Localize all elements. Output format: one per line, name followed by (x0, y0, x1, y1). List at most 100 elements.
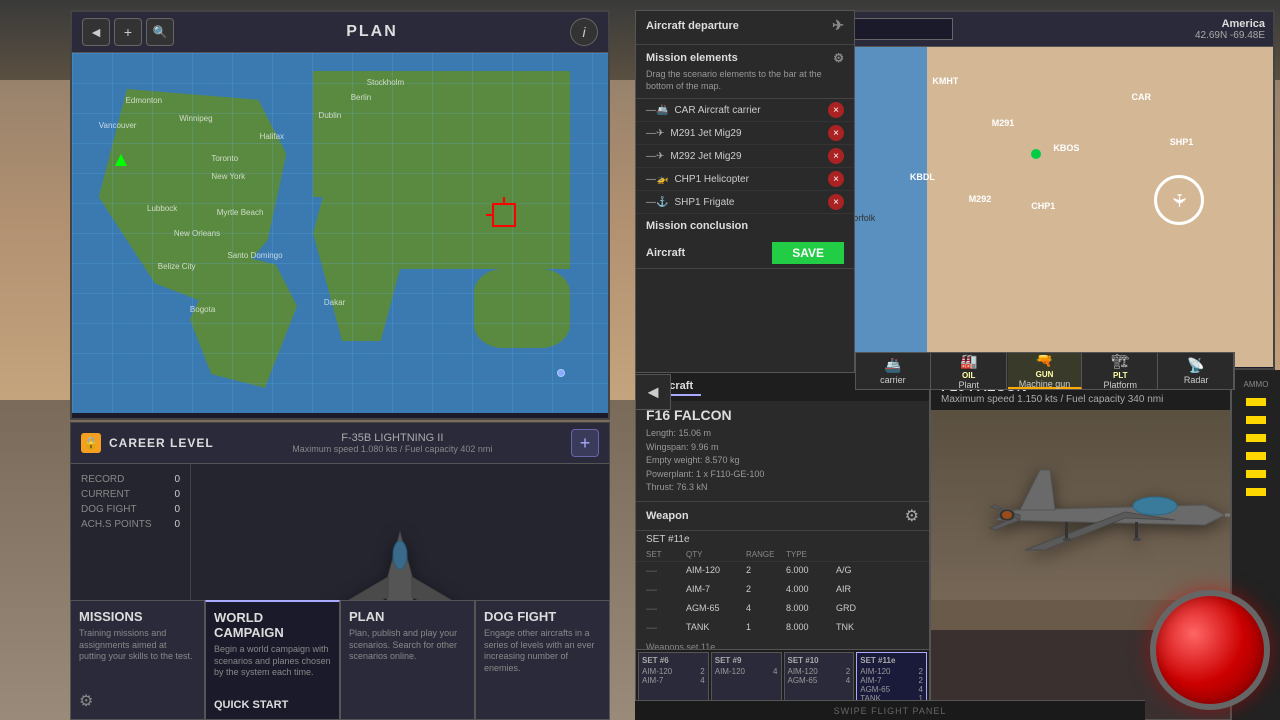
radar-label: Radar (1184, 375, 1209, 385)
tab-plan-title: PLAN (349, 609, 466, 624)
toolbar-carrier[interactable]: 🚢 carrier (856, 353, 931, 389)
weapon-table-header: SET QTY RANGE TYPE (636, 548, 929, 562)
weapon-set-label: SET #11e (636, 531, 929, 548)
remove-m292-button[interactable]: × (828, 148, 844, 164)
tab-world-campaign-title: WORLD CAMPAIGN (214, 610, 331, 640)
save-button[interactable]: SAVE (772, 242, 844, 264)
toolbar-oil[interactable]: 🏭 OIL Plant (932, 353, 1007, 389)
tac-panel-back-button[interactable]: ◄ (635, 374, 671, 410)
plan-title: PLAN (346, 23, 398, 41)
remove-m291-button[interactable]: × (828, 125, 844, 141)
f16-subtitle: Maximum speed 1.150 kts / Fuel capacity … (941, 394, 1269, 405)
tab-missions-text: Training missions and assignments aimed … (79, 628, 196, 663)
plan-info-button[interactable]: i (570, 18, 598, 46)
marker-kbdl[interactable]: KBDL (904, 159, 940, 195)
element-shp1-icon: —⚓ (646, 197, 668, 208)
tac-coords: 42.69N -69.48E (961, 30, 1265, 41)
plan-back-button[interactable]: ◄ (82, 18, 110, 46)
weapon-row-agm65: — AGM-65 4 8.000 GRD (636, 600, 929, 619)
mission-tabs: MISSIONS Training missions and assignmen… (70, 600, 610, 720)
mission-elements-section: Mission elements ⚙ Drag the scenario ele… (636, 45, 854, 99)
weapon-row-aim120: — AIM-120 2 6.000 A/G (636, 562, 929, 581)
swipe-text: SWIPE FLIGHT PANEL (834, 706, 947, 716)
mission-conclusion-row: Mission conclusion (636, 214, 854, 238)
career-title-row: 🔒 CAREER LEVEL (81, 433, 214, 453)
radar-icon: 📡 (1187, 357, 1204, 374)
tab-missions[interactable]: MISSIONS Training missions and assignmen… (70, 600, 205, 720)
weapon-title: Weapon (646, 510, 689, 522)
plan-zoom-button[interactable]: 🔍 (146, 18, 174, 46)
gun-icon: 🔫 (1036, 352, 1053, 369)
mission-conclusion-label: Mission conclusion (646, 220, 748, 232)
carrier-label: carrier (880, 375, 906, 385)
marker-m291[interactable]: M291 (985, 105, 1021, 141)
ammo-bar-2 (1246, 416, 1266, 424)
stat-dogfight: DOG FIGHT 0 (81, 504, 180, 515)
weapon-settings-icon[interactable]: ⚙ (905, 506, 919, 526)
world-map-container[interactable]: Vancouver Edmonton Winnipeg Toronto Hali… (72, 53, 608, 413)
tab-dog-fight-title: DOG FIGHT (484, 609, 601, 624)
stat-current: CURRENT 0 (81, 489, 180, 500)
f16-silhouette (965, 440, 1245, 600)
toolbar-radar[interactable]: 📡 Radar (1159, 353, 1234, 389)
weapon-row-aim7: — AIM-7 2 4.000 AIR (636, 581, 929, 600)
swipe-panel[interactable]: SWIPE FLIGHT PANEL (635, 700, 1145, 720)
remove-shp1-button[interactable]: × (828, 194, 844, 210)
tab-dog-fight-text: Engage other aircrafts in a series of le… (484, 628, 601, 675)
map-grid (72, 53, 608, 413)
aircraft-departure-title: Aircraft departure ✈ (646, 17, 844, 34)
marker-chp1[interactable]: CHP1 (1025, 188, 1061, 224)
ammo-bar-3 (1246, 434, 1266, 442)
tab-dog-fight[interactable]: DOG FIGHT Engage other aircrafts in a se… (475, 600, 610, 720)
marker-car[interactable]: CAR (1123, 79, 1159, 115)
element-car: —🚢 CAR Aircraft carrier × (636, 99, 854, 122)
marker-kbos[interactable]: KBOS (1048, 130, 1084, 166)
tab-plan-text: Plan, publish and play your scenarios. S… (349, 628, 466, 663)
player-position: ✈ (1154, 175, 1204, 225)
tab-plan[interactable]: PLAN Plan, publish and play your scenari… (340, 600, 475, 720)
career-header: 🔒 CAREER LEVEL F-35B LIGHTNING II Maximu… (71, 423, 609, 464)
plan-plus-button[interactable]: + (114, 18, 142, 46)
marker-kmht[interactable]: KMHT (927, 63, 963, 99)
mission-elements-icon: ⚙ (833, 51, 844, 65)
aircraft-departure-icon: ✈ (832, 17, 844, 34)
element-chp1-icon: —🚁 (646, 174, 668, 185)
world-map: Vancouver Edmonton Winnipeg Toronto Hali… (72, 53, 608, 413)
carrier-icon: 🚢 (884, 357, 901, 374)
tac-country: America (961, 18, 1265, 30)
aircraft-tab-label[interactable]: Aircraft (646, 247, 685, 259)
marker-shp1[interactable]: SHP1 (1164, 124, 1200, 160)
player-plane-icon: ✈ (1168, 192, 1189, 207)
oil-icon: 🏭 (960, 353, 977, 370)
remove-car-button[interactable]: × (828, 102, 844, 118)
aircraft-sub: Maximum speed 1.080 kts / Fuel capacity … (292, 444, 492, 454)
toolbar-platform[interactable]: 🏗 PLT Platform (1083, 353, 1158, 389)
mission-elements-title: Mission elements ⚙ (646, 51, 844, 65)
element-m292: —✈ M292 Jet Mig29 × (636, 145, 854, 168)
element-car-icon: —🚢 (646, 105, 668, 116)
ammo-label: AMMO (1244, 380, 1269, 389)
remove-chp1-button[interactable]: × (828, 171, 844, 187)
element-m292-icon: —✈ (646, 151, 664, 162)
gun-sub-label: GUN (1036, 370, 1054, 379)
element-chp1: —🚁 CHP1 Helicopter × (636, 168, 854, 191)
aircraft-info-name: F16 FALCON (636, 401, 929, 425)
marker-m292[interactable]: M292 (962, 181, 998, 217)
weapon-row-tank: — TANK 1 8.000 TNK (636, 619, 929, 638)
element-shp1: —⚓ SHP1 Frigate × (636, 191, 854, 214)
weapon-toolbar: 🚢 carrier 🏭 OIL Plant 🔫 GUN Machine gun … (855, 352, 1235, 390)
settings-icon[interactable]: ⚙ (79, 691, 93, 711)
toolbar-gun[interactable]: 🔫 GUN Machine gun (1008, 353, 1083, 389)
fire-button[interactable] (1150, 590, 1270, 710)
tab-world-campaign[interactable]: WORLD CAMPAIGN Begin a world campaign wi… (205, 600, 340, 720)
aircraft-specs: Length: 15.06 m Wingspan: 9.96 m Empty w… (636, 425, 929, 502)
weapon-header: Weapon ⚙ (636, 502, 929, 531)
platform-label: Platform (1104, 380, 1138, 390)
quick-start-label[interactable]: QUICK START (214, 699, 288, 711)
element-m291-icon: —✈ (646, 128, 664, 139)
plt-sub-label: PLT (1113, 371, 1128, 380)
aircraft-departure-section: Aircraft departure ✈ (636, 11, 854, 45)
career-add-button[interactable]: + (571, 429, 599, 457)
plan-window: ◄ + 🔍 PLAN i Vancouver Edmonton Winnipeg… (70, 10, 610, 420)
aircraft-name: F-35B LIGHTNING II (292, 432, 492, 444)
